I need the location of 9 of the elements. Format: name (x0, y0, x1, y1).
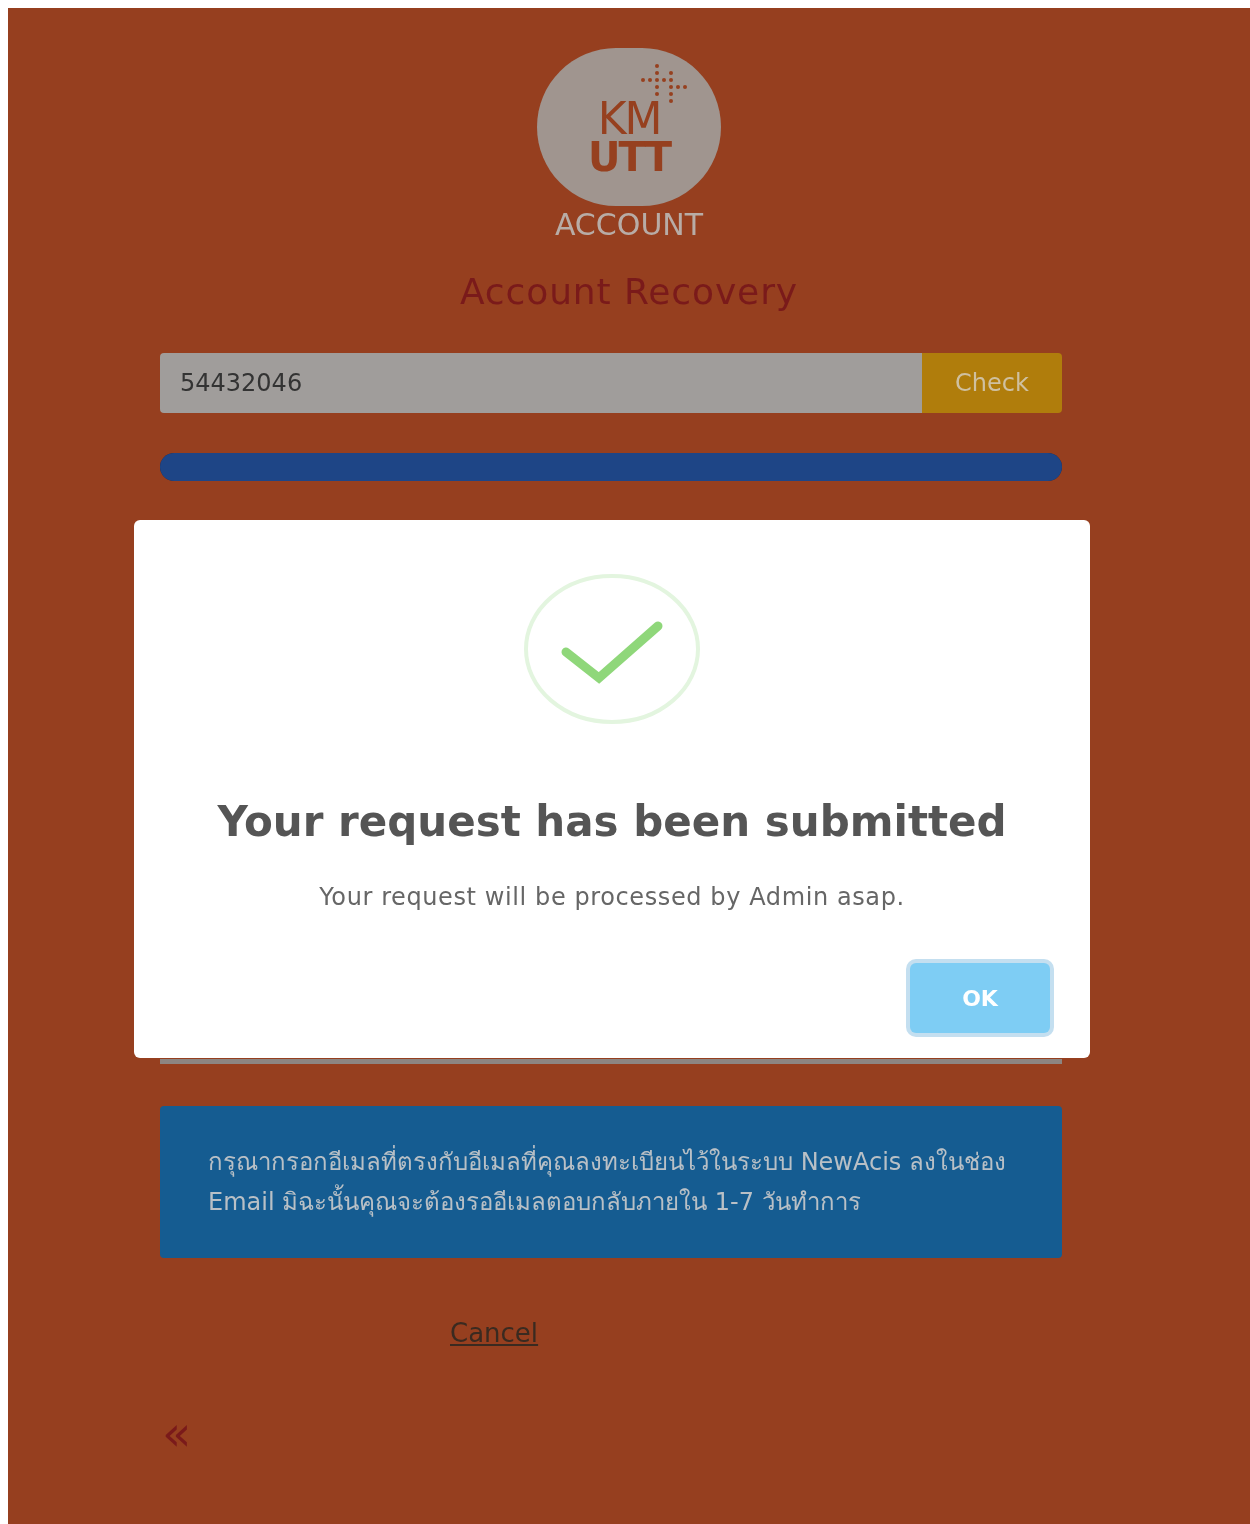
info-message: กรุณากรอกอีเมลที่ตรงกับอีเมลที่คุณลงทะเบียนไว้ในระบบ NewAcis ลงในช่อง Email มิฉะนั้นคุณจะต้องรออีเมลตอบกลับภายใน 1-7 วันทำการ (208, 1142, 1014, 1222)
dialog-message: Your request will be processed by Admin asap. (319, 882, 905, 913)
cancel-link[interactable]: Cancel (450, 1318, 539, 1348)
back-link[interactable]: « (162, 1405, 192, 1461)
id-field[interactable]: 54432046 (160, 353, 922, 413)
dialog-title: Your request has been submitted (217, 796, 1007, 848)
success-check-icon (524, 574, 700, 724)
logo-caption: ACCOUNT (554, 206, 704, 244)
check-button[interactable]: Check (922, 353, 1062, 413)
